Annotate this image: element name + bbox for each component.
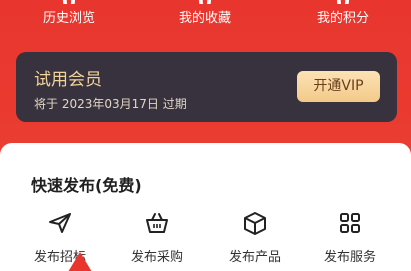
publish-item-label: 发布服务 [323,250,376,265]
stat-favorites[interactable]: 0 我的收藏 [150,0,260,26]
publish-product-button[interactable]: 发布产品 [210,210,300,265]
stat-points[interactable]: 0 我的积分 [288,0,398,26]
stat-label: 我的积分 [316,11,369,26]
section-title: 快速发布(免费) [31,176,142,195]
stat-history[interactable]: 0 历史浏览 [14,0,124,26]
paper-plane-icon [49,213,71,233]
stat-label: 我的收藏 [178,11,231,26]
stat-label: 历史浏览 [42,11,95,26]
stat-value: 0 [14,0,124,4]
member-card: 试用会员 将于 2023年03月17日 过期 开通VIP [16,52,397,122]
stat-value: 0 [288,0,398,4]
open-vip-button[interactable]: 开通VIP [297,71,380,102]
quick-publish-card: 快速发布(免费) 发布招标 发布采购 发布产品 发布服务 [0,143,411,271]
member-title: 试用会员 [34,70,102,90]
stat-value: 0 [150,0,260,4]
box-icon [244,212,266,235]
publish-item-label: 发布采购 [130,250,183,265]
publish-item-label: 发布产品 [228,250,281,265]
publish-purchase-button[interactable]: 发布采购 [112,210,202,265]
pointer-arrow-icon [68,252,92,271]
grid-icon [340,213,360,233]
member-expiry: 将于 2023年03月17日 过期 [34,97,187,111]
stats-row: 0 历史浏览 0 我的收藏 0 我的积分 [0,0,411,40]
basket-icon [146,213,168,233]
publish-service-button[interactable]: 发布服务 [305,210,395,265]
